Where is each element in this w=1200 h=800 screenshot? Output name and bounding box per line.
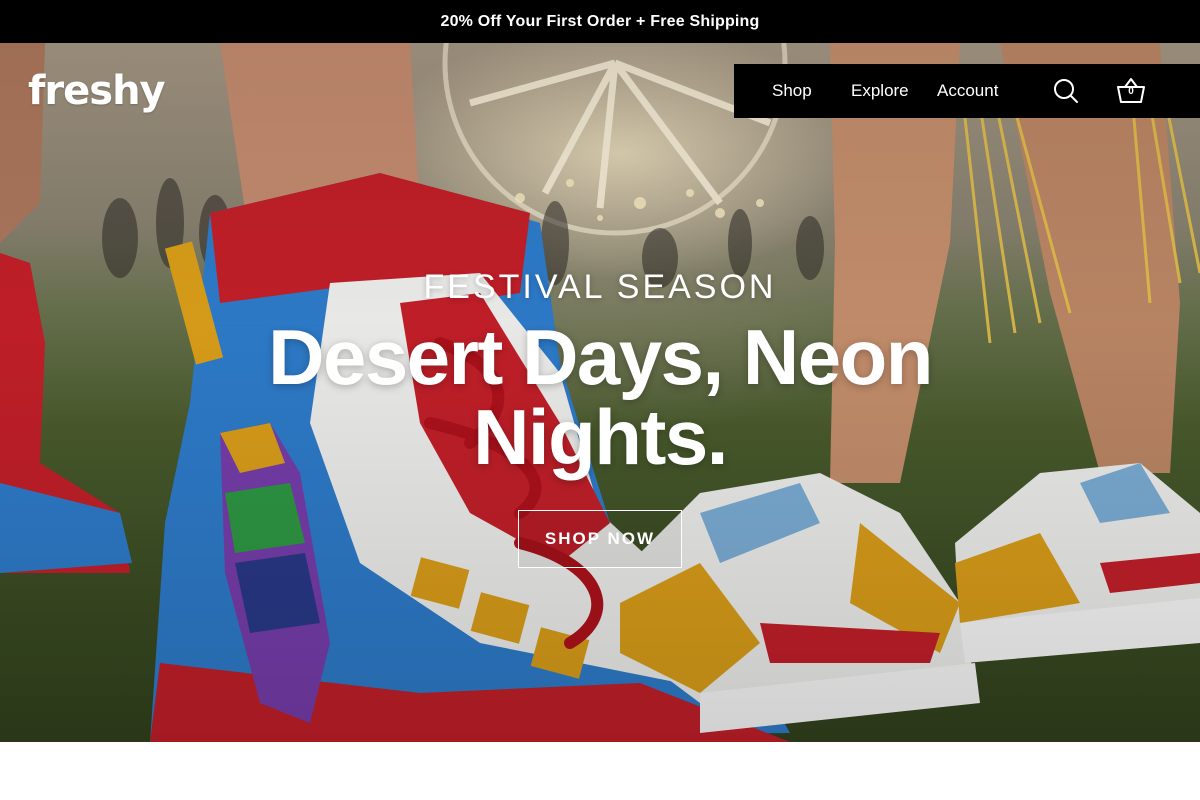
nav-account[interactable]: Account bbox=[937, 64, 998, 118]
main-nav: Shop Explore Account 0 bbox=[734, 64, 1200, 118]
announcement-text: 20% Off Your First Order + Free Shipping bbox=[440, 12, 760, 30]
hero-eyebrow: FESTIVAL SEASON bbox=[423, 268, 777, 306]
cart-count-badge: 0 bbox=[1128, 86, 1134, 97]
announcement-bar: 20% Off Your First Order + Free Shipping bbox=[0, 0, 1200, 43]
nav-shop[interactable]: Shop bbox=[772, 64, 812, 118]
freshy-logo[interactable]: freshy bbox=[28, 68, 166, 114]
hero-copy: FESTIVAL SEASON Desert Days, Neon Nights… bbox=[0, 268, 1200, 477]
basket-icon[interactable]: 0 bbox=[1115, 76, 1147, 106]
hero-headline: Desert Days, Neon Nights. bbox=[268, 313, 933, 481]
logo-text: freshy bbox=[28, 68, 166, 114]
search-icon[interactable] bbox=[1051, 76, 1081, 106]
shop-now-label: SHOP NOW bbox=[544, 529, 656, 548]
shop-now-button[interactable]: SHOP NOW bbox=[518, 510, 682, 568]
content-below-hero bbox=[0, 742, 1200, 800]
hero-banner[interactable]: freshy Shop Explore Account 0 FESTIVAL S… bbox=[0, 43, 1200, 742]
nav-explore[interactable]: Explore bbox=[851, 64, 909, 118]
